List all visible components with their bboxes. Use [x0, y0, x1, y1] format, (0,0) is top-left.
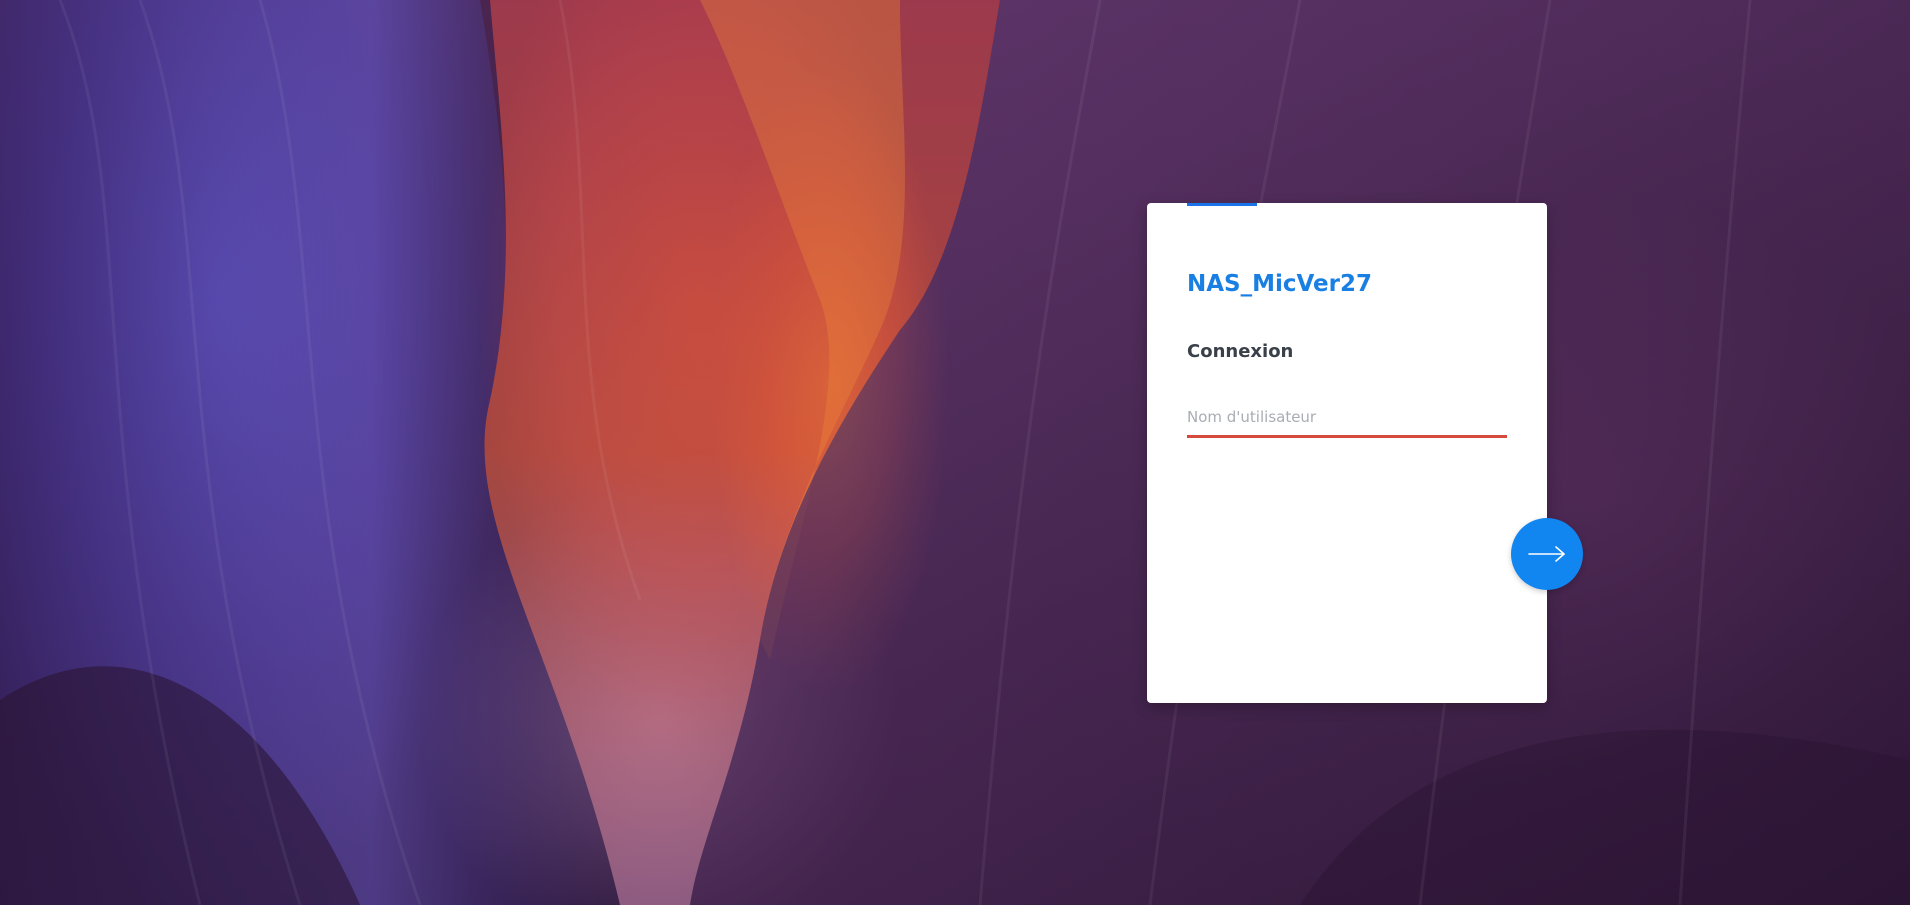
- arrow-right-icon: [1528, 546, 1565, 562]
- host-name-title: NAS_MicVer27: [1187, 271, 1373, 297]
- canyon-wallpaper-image: [0, 0, 1910, 905]
- card-accent-bar: [1187, 203, 1257, 206]
- username-field-wrapper: [1187, 398, 1507, 440]
- login-heading: Connexion: [1187, 341, 1294, 362]
- login-card: NAS_MicVer27 Connexion: [1147, 203, 1547, 703]
- background-wallpaper: [0, 0, 1910, 905]
- username-input[interactable]: [1187, 398, 1507, 438]
- submit-button[interactable]: [1511, 518, 1583, 590]
